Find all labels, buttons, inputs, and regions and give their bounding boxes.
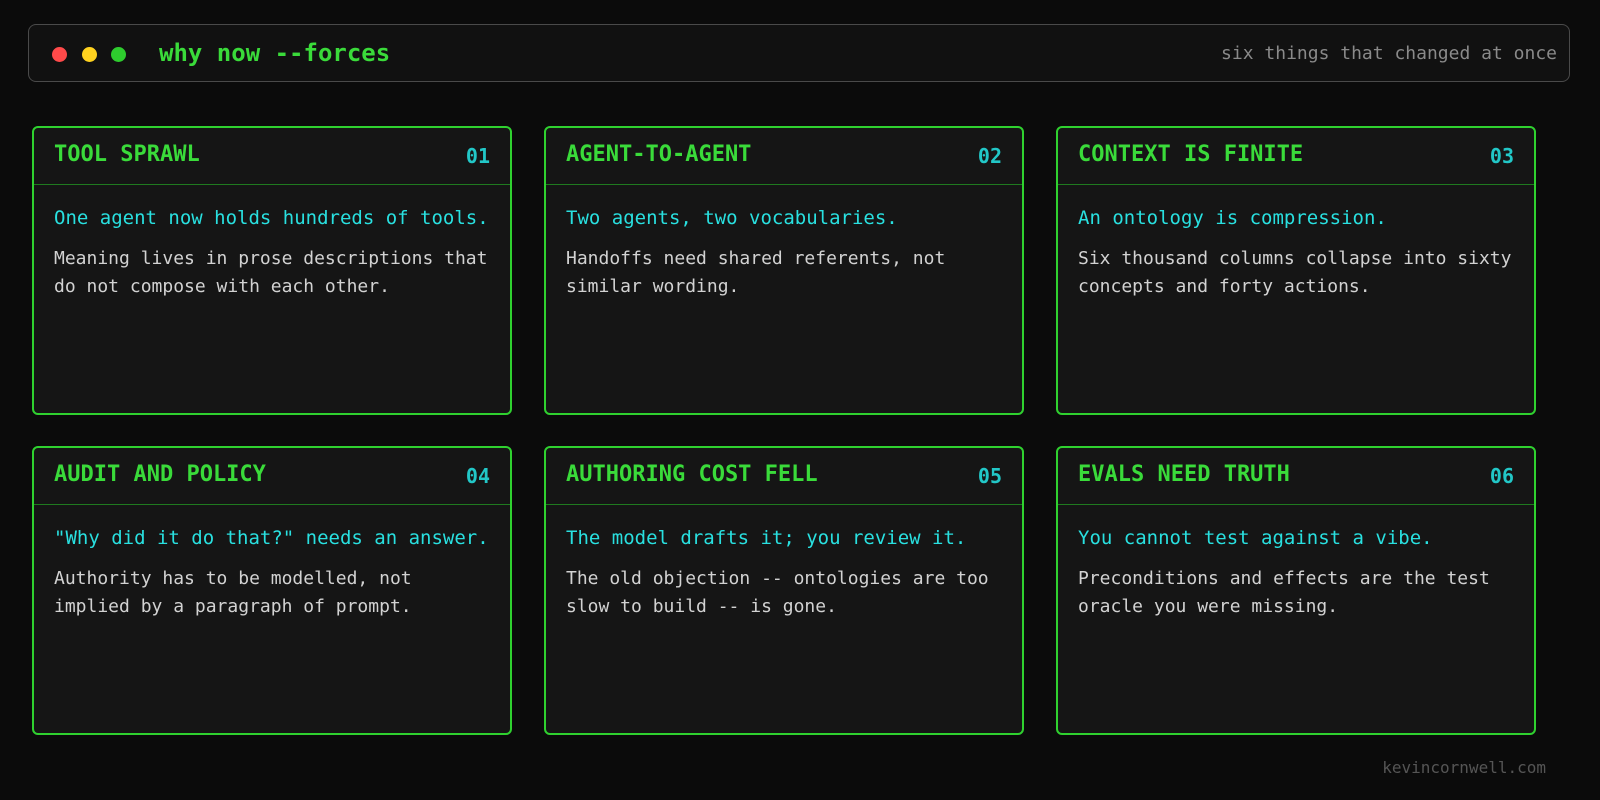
card-body: An ontology is compression. Six thousand… [1078, 204, 1514, 301]
maximize-dot-icon[interactable] [111, 47, 126, 62]
card-header: AGENT-TO-AGENT 02 [546, 128, 1022, 185]
card-title: AUTHORING COST FELL [566, 462, 818, 487]
card-lead: "Why did it do that?" needs an answer. [54, 527, 489, 549]
page-subtitle: six things that changed at once [1221, 43, 1557, 64]
card-number: 01 [465, 144, 490, 168]
card-lead: Two agents, two vocabularies. [566, 207, 898, 229]
card-detail: Authority has to be modelled, not implie… [54, 568, 412, 617]
card-title: EVALS NEED TRUTH [1078, 462, 1290, 487]
card-number: 04 [465, 464, 490, 488]
card-title: CONTEXT IS FINITE [1078, 142, 1304, 167]
force-card-evals-need-truth: EVALS NEED TRUTH 06 You cannot test agai… [1056, 446, 1536, 735]
card-body: One agent now holds hundreds of tools. M… [54, 204, 490, 301]
minimize-dot-icon[interactable] [82, 47, 97, 62]
force-card-audit-and-policy: AUDIT AND POLICY 04 "Why did it do that?… [32, 446, 512, 735]
card-number: 03 [1489, 144, 1514, 168]
card-detail: Meaning lives in prose descriptions that… [54, 248, 488, 297]
card-header: TOOL SPRAWL 01 [34, 128, 510, 185]
force-card-agent-to-agent: AGENT-TO-AGENT 02 Two agents, two vocabu… [544, 126, 1024, 415]
close-dot-icon[interactable] [52, 47, 67, 62]
card-number: 05 [977, 464, 1002, 488]
force-card-authoring-cost-fell: AUTHORING COST FELL 05 The model drafts … [544, 446, 1024, 735]
card-title: TOOL SPRAWL [54, 142, 200, 167]
card-header: CONTEXT IS FINITE 03 [1058, 128, 1534, 185]
card-body: Two agents, two vocabularies. Handoffs n… [566, 204, 1002, 301]
card-lead: An ontology is compression. [1078, 207, 1387, 229]
card-number: 02 [977, 144, 1002, 168]
card-lead: The model drafts it; you review it. [566, 527, 967, 549]
page-title: why now --forces [159, 39, 391, 67]
card-header: AUTHORING COST FELL 05 [546, 448, 1022, 505]
card-detail: Handoffs need shared referents, not simi… [566, 248, 946, 297]
card-lead: You cannot test against a vibe. [1078, 527, 1433, 549]
footer-site-link[interactable]: kevincornwell.com [1382, 758, 1546, 777]
card-title: AUDIT AND POLICY [54, 462, 266, 487]
force-card-tool-sprawl: TOOL SPRAWL 01 One agent now holds hundr… [32, 126, 512, 415]
window-title-bar: why now --forces six things that changed… [28, 24, 1570, 82]
card-title: AGENT-TO-AGENT [566, 142, 752, 167]
card-header: AUDIT AND POLICY 04 [34, 448, 510, 505]
card-header: EVALS NEED TRUTH 06 [1058, 448, 1534, 505]
card-body: The model drafts it; you review it. The … [566, 524, 1002, 621]
card-body: "Why did it do that?" needs an answer. A… [54, 524, 490, 621]
card-number: 06 [1489, 464, 1514, 488]
card-detail: Preconditions and effects are the test o… [1078, 568, 1490, 617]
force-card-context-is-finite: CONTEXT IS FINITE 03 An ontology is comp… [1056, 126, 1536, 415]
card-body: You cannot test against a vibe. Precondi… [1078, 524, 1514, 621]
card-detail: The old objection -- ontologies are too … [566, 568, 989, 617]
card-lead: One agent now holds hundreds of tools. [54, 207, 489, 229]
card-detail: Six thousand columns collapse into sixty… [1078, 248, 1512, 297]
